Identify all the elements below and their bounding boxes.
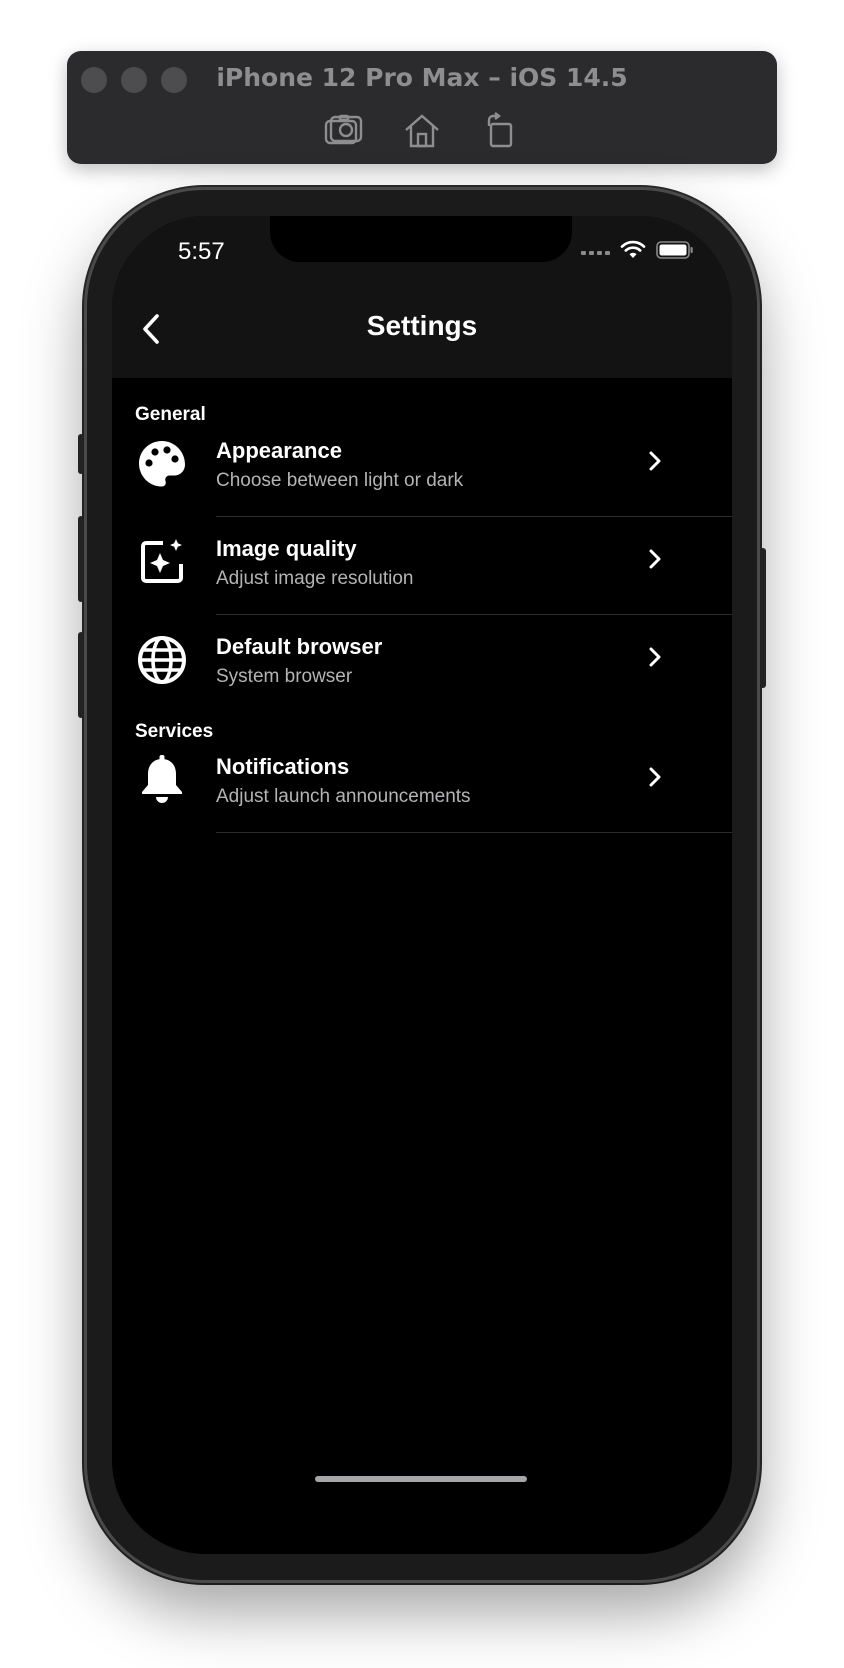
screenshot-icon[interactable] [319,109,369,153]
wifi-icon [620,240,646,265]
page-title: Settings [366,310,478,341]
palette-icon [134,436,190,492]
row-title: Appearance [216,438,342,463]
settings-row-image-quality[interactable]: Image quality Adjust image resolution [112,510,732,610]
chevron-right-icon [642,762,668,792]
settings-row-notifications[interactable]: Notifications Adjust launch announcement… [112,728,732,828]
chevron-right-icon [642,642,668,672]
settings-row-default-browser[interactable]: Default browser System browser [112,608,732,708]
home-icon[interactable] [397,109,447,153]
screen: 5:57 Settings General Appearance Choose … [112,216,732,1554]
row-divider [216,832,732,833]
row-subtitle: Adjust launch announcements [216,786,471,807]
status-icons [581,240,694,265]
navigation-bar: Settings [112,280,732,378]
power-button [760,548,766,688]
settings-row-appearance[interactable]: Appearance Choose between light or dark [112,412,732,512]
simulator-title-bar: iPhone 12 Pro Max – iOS 14.5 [67,51,777,164]
row-title: Default browser [216,634,383,659]
row-subtitle: Adjust image resolution [216,568,414,589]
notch [270,216,572,262]
bell-icon [134,752,190,808]
simulator-title: iPhone 12 Pro Max – iOS 14.5 [216,63,628,92]
chevron-right-icon [642,544,668,574]
image-sparkle-icon [134,534,190,590]
chevron-right-icon [642,446,668,476]
cellular-signal-icon [581,250,610,255]
status-time: 5:57 [178,238,225,265]
simulator-toolbar [67,109,777,153]
row-title: Notifications [216,754,350,779]
home-indicator[interactable] [315,1476,527,1482]
row-subtitle: System browser [216,666,353,687]
globe-icon [134,632,190,688]
stage: iPhone 12 Pro Max – iOS 14.5 5:57 Settin… [0,0,844,1668]
row-title: Image quality [216,536,357,561]
row-subtitle: Choose between light or dark [216,470,464,491]
rotate-icon[interactable] [475,109,525,153]
battery-icon [656,240,694,265]
